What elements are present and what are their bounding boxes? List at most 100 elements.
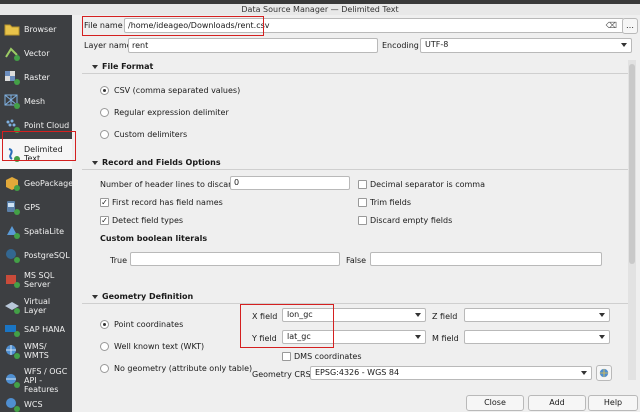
csv-radio[interactable] bbox=[100, 86, 109, 95]
record-fields-section: Record and Fields Options Number of head… bbox=[82, 156, 628, 286]
first-record-checkbox[interactable]: ✓ bbox=[100, 198, 109, 207]
collapse-icon bbox=[92, 295, 98, 299]
sidebar-item-mesh[interactable]: Mesh bbox=[0, 91, 72, 111]
encoding-label: Encoding bbox=[382, 41, 419, 50]
sidebar-item-label: Browser bbox=[24, 24, 57, 34]
decimal-comma-checkbox[interactable] bbox=[358, 180, 367, 189]
options-scrollbar[interactable] bbox=[628, 60, 636, 380]
layer-name-label: Layer name bbox=[84, 41, 132, 50]
dms-checkbox[interactable] bbox=[282, 352, 291, 361]
sidebar-item-gps[interactable]: GPS bbox=[0, 197, 72, 217]
add-button[interactable]: Add bbox=[528, 395, 586, 411]
scrollbar-thumb[interactable] bbox=[629, 64, 635, 264]
sidebar-item-label: WMS/ WMTS bbox=[24, 342, 49, 360]
z-field-label: Z field bbox=[432, 312, 458, 321]
custom-delimiters-label: Custom delimiters bbox=[114, 130, 188, 139]
wkt-label: Well known text (WKT) bbox=[114, 342, 205, 351]
file-name-highlight bbox=[82, 16, 264, 36]
m-field-label: M field bbox=[432, 334, 459, 343]
true-literal-input[interactable] bbox=[130, 252, 340, 266]
dms-label: DMS coordinates bbox=[294, 352, 362, 361]
postgresql-icon bbox=[6, 249, 20, 263]
geometry-section: Geometry Definition Point coordinates We… bbox=[82, 290, 628, 388]
chevron-down-icon bbox=[415, 313, 421, 317]
sidebar-selection-highlight bbox=[2, 131, 76, 161]
sidebar-item-label: Raster bbox=[24, 72, 50, 82]
gps-icon bbox=[7, 201, 20, 215]
encoding-select[interactable]: UTF-8 bbox=[420, 38, 632, 53]
discard-empty-label: Discard empty fields bbox=[370, 216, 453, 225]
sidebar-item-browser[interactable]: Browser bbox=[0, 19, 72, 39]
sidebar-item-label: GeoPackage bbox=[24, 178, 74, 188]
section-title: Geometry Definition bbox=[102, 292, 194, 301]
close-button[interactable]: Close bbox=[466, 395, 524, 411]
crs-selector-button[interactable] bbox=[596, 365, 612, 381]
boolean-literals-title: Custom boolean literals bbox=[100, 234, 208, 243]
false-label: False bbox=[346, 256, 367, 265]
collapse-icon bbox=[92, 161, 98, 165]
globe-icon bbox=[599, 368, 609, 378]
window-title: Data Source Manager — Delimited Text bbox=[0, 4, 640, 15]
section-title: Record and Fields Options bbox=[102, 158, 221, 167]
encoding-value: UTF-8 bbox=[425, 40, 449, 49]
csv-option-label: CSV (comma separated values) bbox=[114, 86, 241, 95]
no-geometry-radio[interactable] bbox=[100, 364, 109, 373]
wms-icon bbox=[6, 345, 20, 359]
file-format-header[interactable]: File Format bbox=[82, 60, 628, 74]
record-fields-header[interactable]: Record and Fields Options bbox=[82, 156, 628, 170]
m-field-select[interactable] bbox=[464, 330, 610, 344]
chevron-down-icon bbox=[599, 335, 605, 339]
chevron-down-icon bbox=[415, 335, 421, 339]
section-title: File Format bbox=[102, 62, 154, 71]
point-coordinates-radio[interactable] bbox=[100, 320, 109, 329]
geometry-header[interactable]: Geometry Definition bbox=[82, 290, 628, 304]
wfs-icon bbox=[6, 374, 20, 388]
collapse-icon bbox=[92, 65, 98, 69]
sidebar-item-label: SpatiaLite bbox=[24, 226, 65, 236]
sidebar-item-virtual-layer[interactable]: Virtual Layer bbox=[0, 293, 72, 319]
sidebar-item-label: GPS bbox=[24, 202, 41, 212]
browse-button[interactable]: … bbox=[622, 18, 638, 34]
z-field-select[interactable] bbox=[464, 308, 610, 322]
decimal-comma-label: Decimal separator is comma bbox=[370, 180, 486, 189]
true-label: True bbox=[110, 256, 127, 265]
sap-hana-icon bbox=[5, 325, 20, 337]
sidebar-item-wcs[interactable]: WCS bbox=[0, 395, 72, 412]
help-button[interactable]: Help bbox=[588, 395, 638, 411]
sidebar-item-wfs[interactable]: WFS / OGC API - Features bbox=[0, 363, 72, 397]
sidebar-item-geopackage[interactable]: GeoPackage bbox=[0, 173, 74, 193]
sidebar-item-label: Mesh bbox=[24, 96, 46, 106]
sidebar-item-label: WFS / OGC API - Features bbox=[24, 366, 68, 394]
header-lines-spinbox[interactable]: 0 bbox=[230, 176, 350, 190]
virtual-layer-icon bbox=[5, 302, 20, 314]
sidebar-item-sap-hana[interactable]: SAP HANA bbox=[0, 319, 72, 339]
sidebar-item-label: Point Cloud bbox=[24, 120, 70, 130]
sidebar-item-vector[interactable]: Vector bbox=[0, 43, 72, 63]
trim-fields-checkbox[interactable] bbox=[358, 198, 367, 207]
options-scroll-area[interactable]: File Format CSV (comma separated values)… bbox=[82, 60, 628, 388]
chevron-down-icon bbox=[621, 43, 627, 47]
regex-option-label: Regular expression delimiter bbox=[114, 108, 229, 117]
sidebar-item-wms[interactable]: WMS/ WMTS bbox=[0, 339, 72, 363]
wkt-radio[interactable] bbox=[100, 342, 109, 351]
layer-name-field[interactable]: rent bbox=[128, 38, 378, 53]
clear-icon[interactable]: ⌫ bbox=[606, 19, 617, 32]
crs-select[interactable]: EPSG:4326 - WGS 84 bbox=[310, 366, 592, 380]
sidebar-item-mssql[interactable]: MS SQL Server bbox=[0, 267, 72, 293]
sidebar: Browser Vector Raster Mesh Point Cloud D… bbox=[0, 15, 74, 412]
folder-icon bbox=[4, 24, 20, 36]
sidebar-item-spatialite[interactable]: SpatiaLite bbox=[0, 221, 72, 241]
regex-radio[interactable] bbox=[100, 108, 109, 117]
custom-delimiters-radio[interactable] bbox=[100, 130, 109, 139]
sidebar-item-label: SAP HANA bbox=[24, 324, 66, 334]
detect-types-checkbox[interactable]: ✓ bbox=[100, 216, 109, 225]
false-literal-input[interactable] bbox=[370, 252, 602, 266]
sidebar-item-label: Vector bbox=[24, 48, 50, 58]
sidebar-item-raster[interactable]: Raster bbox=[0, 67, 72, 87]
discard-empty-checkbox[interactable] bbox=[358, 216, 367, 225]
detect-types-label: Detect field types bbox=[112, 216, 184, 225]
sidebar-item-postgresql[interactable]: PostgreSQL bbox=[0, 245, 72, 265]
wcs-icon bbox=[6, 398, 20, 412]
sidebar-item-label: Virtual Layer bbox=[24, 297, 51, 315]
first-record-label: First record has field names bbox=[112, 198, 223, 207]
